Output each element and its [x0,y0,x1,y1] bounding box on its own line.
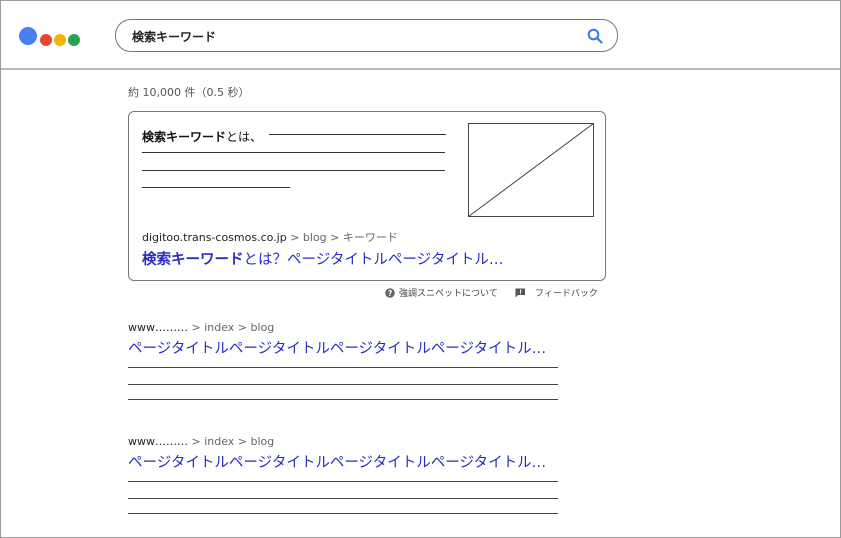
search-box [115,19,618,52]
logo-dot-blue [19,27,37,45]
logo-dot-green [68,34,80,46]
snippet-title-link[interactable]: 検索キーワードとは？ページタイトルページタイトル… [142,248,503,269]
result-url-path: > index > blog [191,435,275,448]
result-description-line [128,384,558,385]
result-description-line [128,498,558,499]
snippet-thumbnail[interactable] [468,123,594,217]
result-url: www……… > index > blog [128,435,568,448]
snippet-url-domain: digitoo.trans-cosmos.co.jp [142,231,287,244]
browser-page: 約 10,000 件（0.5 秒） 検索キーワードとは、 digitoo.tra… [0,0,841,538]
snippet-title-rest: とは？ページタイトルページタイトル… [243,252,504,268]
logo-dot-yellow [54,34,66,46]
result-title-link[interactable]: ページタイトルページタイトルページタイトルページタイトル… [128,337,568,358]
snippet-text-line [142,187,290,188]
snippet-title-bold: 検索キーワード [142,252,244,268]
snippet-text-line [142,170,445,171]
result-description-line [128,513,558,514]
logo-dot-red [40,34,52,46]
results-stats: 約 10,000 件（0.5 秒） [128,86,250,99]
result-url: www……… > index > blog [128,321,568,334]
feedback-label: フィードバック [535,289,598,299]
result-url-domain: www……… [128,435,188,448]
snippet-heading: 検索キーワードとは、 [142,128,262,145]
about-snippets-label: 強調スニペットについて [399,289,498,299]
result-description-line [128,367,558,368]
search-header [1,1,840,70]
search-result: www……… > index > blog ページタイトルページタイトルページタ… [128,321,568,400]
snippet-url: digitoo.trans-cosmos.co.jp > blog > キーワー… [142,229,398,245]
result-description-line [128,481,558,482]
search-input[interactable] [130,25,574,47]
flag-icon [515,288,525,297]
about-snippets-link[interactable]: ? 強調スニペットについて [385,286,498,299]
snippet-heading-suffix: とは、 [226,130,263,144]
snippet-heading-bold: 検索キーワード [142,130,227,144]
search-icon[interactable] [587,28,603,44]
result-url-domain: www……… [128,321,188,334]
search-result: www……… > index > blog ページタイトルページタイトルページタ… [128,435,568,514]
logo[interactable] [19,27,80,47]
svg-text:?: ? [388,289,392,298]
feedback-link[interactable]: フィードバック [515,286,598,299]
snippet-text-line [269,134,446,135]
result-title-link[interactable]: ページタイトルページタイトルページタイトルページタイトル… [128,451,568,472]
snippet-url-path: > blog > キーワード [290,231,398,244]
result-description-line [128,399,558,400]
result-url-path: > index > blog [191,321,275,334]
featured-snippet: 検索キーワードとは、 digitoo.trans-cosmos.co.jp > … [128,111,606,281]
snippet-text-line [142,152,445,153]
help-icon: ? [385,287,395,298]
